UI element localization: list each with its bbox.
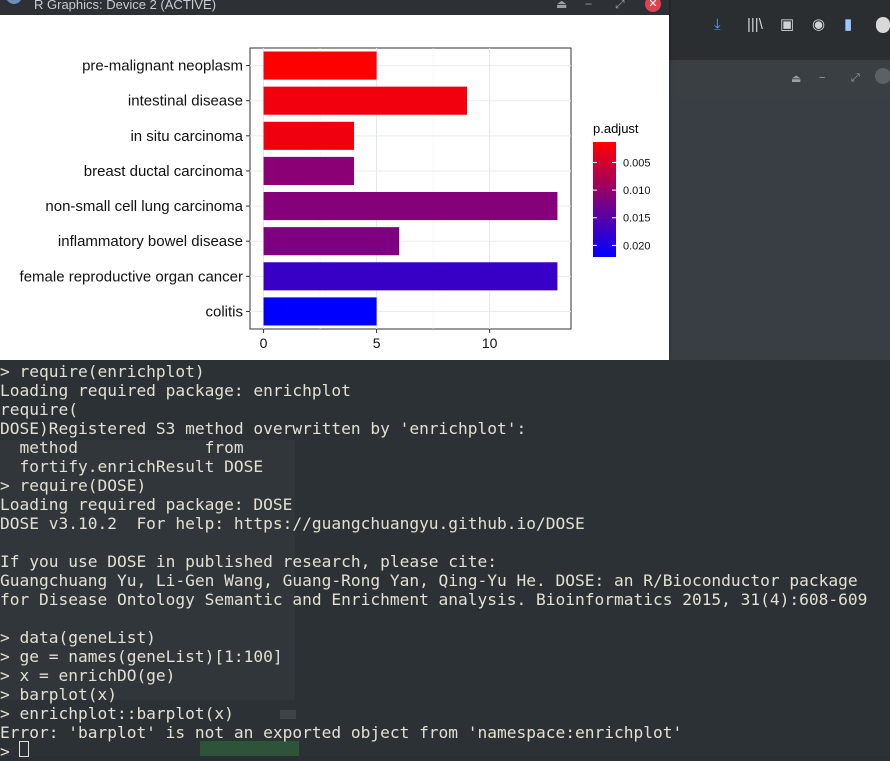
bar-1 [263, 86, 468, 115]
bar-4 [263, 192, 558, 221]
legend: p.adjust 0.005 0.010 0.015 0.020 [593, 121, 651, 257]
legend-label: 0.015 [623, 213, 651, 225]
minimize-icon[interactable]: − [585, 0, 592, 11]
legend-label: 0.020 [623, 240, 651, 252]
console-line: Loading required package: enrichplot [0, 381, 351, 400]
legend-title: p.adjust [593, 121, 639, 136]
bar-6 [263, 262, 558, 291]
window-title: R Graphics: Device 2 (ACTIVE) [34, 0, 217, 12]
category-label: in situ carcinoma [130, 128, 243, 145]
category-label: breast ductal carcinoma [84, 163, 244, 180]
minimize-icon[interactable]: − [819, 69, 825, 87]
close-icon[interactable]: ✕ [645, 0, 661, 12]
library-icon[interactable]: |||\ [747, 16, 763, 34]
x-tick-label: 5 [373, 335, 381, 351]
legend-colorbar [593, 142, 616, 257]
eject-icon[interactable]: ⏏ [556, 0, 567, 11]
window-titlebar[interactable]: R Graphics: Device 2 (ACTIVE) ⏏ − ⤢ ✕ [0, 0, 669, 15]
ghost-button [200, 741, 299, 756]
category-label: inflammatory bowel disease [58, 233, 243, 250]
maximize-icon[interactable]: ⤢ [615, 0, 625, 12]
console-line: fortify.enrichResult DOSE [0, 457, 264, 476]
console-line: > barplot(x) [0, 685, 117, 704]
console-line: If you use DOSE in published research, p… [0, 552, 498, 571]
bar-2 [263, 121, 354, 150]
account-icon[interactable]: ◉ [812, 16, 825, 34]
x-tick-label: 10 [482, 335, 498, 351]
console-cursor [19, 741, 29, 757]
r-logo-icon [6, 0, 22, 4]
ghost-badge [280, 710, 296, 719]
console-line: > require(enrichplot) [0, 362, 205, 381]
close-icon[interactable] [875, 68, 890, 84]
console-line: for Disease Ontology Semantic and Enrich… [0, 590, 868, 609]
download-icon[interactable]: ⤓ [714, 16, 721, 34]
bar-7 [263, 297, 377, 326]
y-axis-labels: pre-malignant neoplasm intestinal disease… [20, 58, 250, 320]
console-line: > data(geneList) [0, 628, 156, 647]
console-line: > [0, 742, 10, 761]
extension-icon[interactable] [876, 17, 890, 33]
category-label: pre-malignant neoplasm [82, 58, 243, 75]
legend-label: 0.010 [623, 185, 651, 197]
sidebar-icon[interactable]: ▣ [780, 16, 794, 34]
console-line: Guangchuang Yu, Li-Gen Wang, Guang-Rong … [0, 571, 858, 590]
document-icon[interactable]: ▮ [844, 16, 852, 34]
x-tick-label: 0 [260, 335, 268, 351]
eject-icon[interactable]: ⏏ [791, 70, 801, 88]
console-line: > require(DOSE) [0, 476, 147, 495]
background-window-titlebar: ⏏ − ⤢ [669, 60, 890, 98]
legend-label: 0.005 [623, 157, 651, 169]
console-line: > x = enrichDO(ge) [0, 666, 176, 685]
console-line: > enrichplot::barplot(x) [0, 704, 234, 723]
console-line: require( [0, 400, 78, 419]
category-label: colitis [205, 303, 243, 320]
bar-0 [263, 51, 377, 80]
x-axis: 0 5 10 [260, 329, 498, 351]
category-label: female reproductive organ cancer [20, 268, 243, 285]
r-graphics-window: R Graphics: Device 2 (ACTIVE) ⏏ − ⤢ ✕ pr… [0, 0, 669, 360]
bar-5 [263, 227, 400, 256]
barplot-chart: pre-malignant neoplasm intestinal disease… [20, 47, 651, 351]
bar-3 [263, 156, 354, 185]
console-line: Error: 'barplot' is not an exported obje… [0, 723, 683, 742]
console-line: DOSE v3.10.2 For help: https://guangchua… [0, 514, 585, 533]
console-line: method from [0, 438, 244, 457]
console-line: Loading required package: DOSE [0, 495, 293, 514]
browser-toolbar: ⤓ |||\ ▣ ◉ ▮ [669, 0, 890, 60]
category-label: non-small cell lung carcinoma [45, 198, 243, 215]
category-label: intestinal disease [128, 93, 243, 110]
console-line: DOSE)Registered S3 method overwritten by… [0, 419, 527, 438]
console-line: > ge = names(geneList)[1:100] [0, 647, 283, 666]
background-panel [669, 98, 890, 360]
maximize-icon[interactable]: ⤢ [851, 69, 860, 87]
